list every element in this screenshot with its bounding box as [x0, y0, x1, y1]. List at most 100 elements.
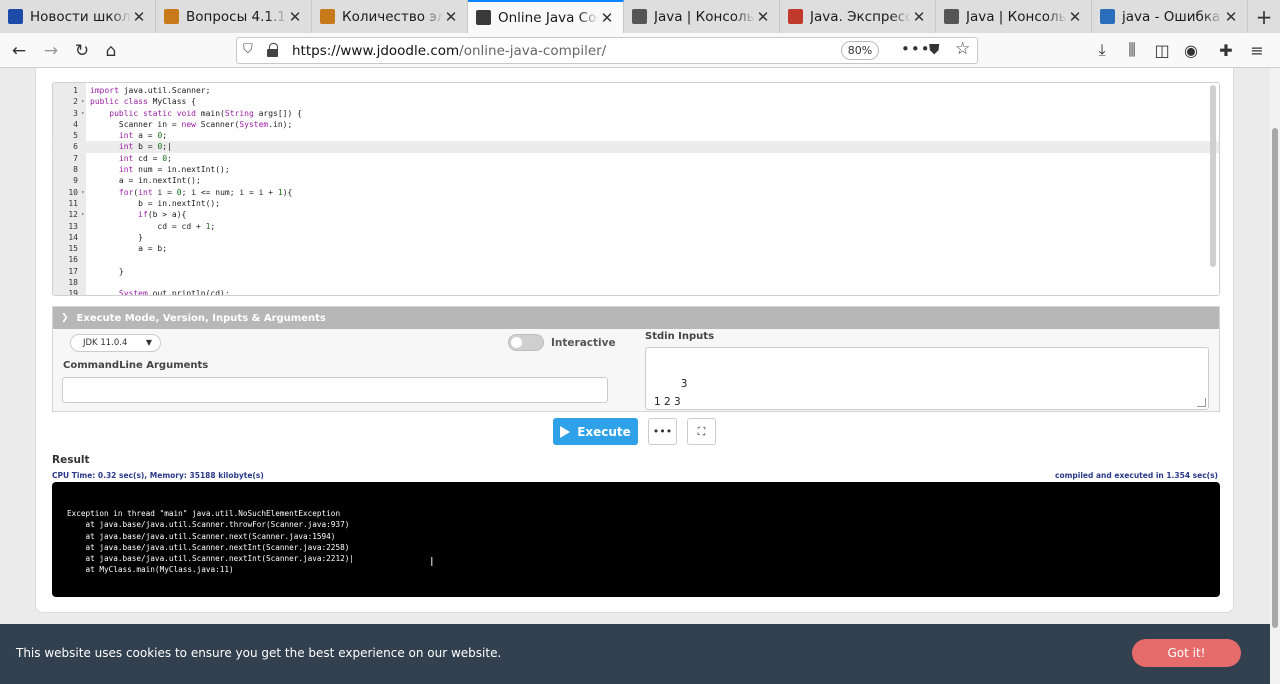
favicon-icon — [320, 9, 335, 24]
browser-tab[interactable]: Вопросы 4.1.1. ✕ — [156, 0, 312, 33]
pocket-icon[interactable]: ⛊ — [929, 42, 940, 58]
line-number: 6 — [73, 142, 78, 152]
code-line[interactable]: 12 ▾ if(b > a){ — [53, 209, 1219, 220]
close-icon[interactable]: ✕ — [131, 8, 147, 26]
cookie-accept-button[interactable]: Got it! — [1132, 639, 1241, 667]
code-line[interactable]: 17 } — [53, 266, 1219, 277]
close-icon[interactable]: ✕ — [443, 8, 459, 26]
code-line[interactable]: 16 — [53, 254, 1219, 265]
reload-icon: ↻ — [74, 41, 90, 61]
close-icon[interactable]: ✕ — [1067, 8, 1083, 26]
forward-button[interactable]: → — [38, 38, 64, 64]
extensions-icon[interactable]: ✚ — [1216, 40, 1236, 60]
browser-tab[interactable]: Количество эле ✕ — [312, 0, 468, 33]
reload-button[interactable]: ↻ — [69, 38, 95, 64]
browser-tab[interactable]: Новости школы ✕ — [0, 0, 156, 33]
downloads-icon[interactable]: ⤓ — [1092, 40, 1112, 60]
home-icon: ⌂ — [105, 41, 117, 61]
browser-tab[interactable]: Online Java Com ✕ — [468, 0, 624, 33]
browser-tab[interactable]: java - Ошибка ✕ — [1092, 0, 1248, 33]
code-text: int cd = 0; — [118, 153, 172, 163]
bookmark-star-icon[interactable]: ☆ — [955, 39, 970, 59]
page-actions-menu-icon[interactable]: ••• — [901, 40, 931, 58]
account-icon[interactable]: ◉ — [1181, 40, 1201, 60]
fold-marker-icon[interactable]: ▾ — [81, 209, 85, 220]
lock-icon[interactable] — [267, 43, 278, 57]
resize-handle-icon[interactable] — [1197, 398, 1206, 407]
more-options-button[interactable]: ••• — [648, 418, 677, 445]
favicon-icon — [788, 9, 803, 24]
play-icon — [560, 425, 571, 438]
code-line[interactable]: 6 int b = 0;| — [53, 141, 1219, 153]
code-line[interactable]: 11 b = in.nextInt(); — [53, 198, 1219, 209]
navigation-bar: ← → ↻ ⌂ ⛉ https://www.jdoodle.com/online… — [0, 33, 1280, 68]
line-number: 7 — [73, 153, 78, 163]
close-icon[interactable]: ✕ — [287, 8, 303, 26]
code-line[interactable]: 13 cd = cd + 1; — [53, 221, 1219, 232]
code-line[interactable]: 14 } — [53, 232, 1219, 243]
code-line[interactable]: 1 import java.util.Scanner; — [53, 85, 1219, 96]
browser-tab[interactable]: Java | Консольн ✕ — [936, 0, 1092, 33]
favicon-icon — [164, 9, 179, 24]
code-line[interactable]: 19 System.out.println(cd); — [53, 288, 1219, 295]
code-text: cd = cd + 1; — [90, 221, 216, 231]
execute-mode-header[interactable]: ❯ Execute Mode, Version, Inputs & Argume… — [53, 307, 1219, 329]
execute-button[interactable]: Execute — [553, 418, 638, 445]
code-line[interactable]: 3 ▾ public static void main(String args[]… — [53, 108, 1219, 119]
favicon-icon — [476, 10, 491, 25]
cmd-args-input[interactable] — [62, 377, 608, 403]
line-number: 17 — [68, 266, 78, 276]
chevron-down-icon: ❯ — [61, 313, 69, 323]
stdin-textarea[interactable]: 3 1 2 3 — [645, 347, 1209, 410]
url-text[interactable]: https://www.jdoodle.com/online-java-comp… — [292, 43, 606, 59]
stdin-value: 3 1 2 3 — [654, 378, 688, 408]
zoom-level-button[interactable]: 80% — [841, 41, 879, 60]
new-tab-button[interactable]: + — [1248, 0, 1280, 33]
hamburger-menu-icon[interactable]: ≡ — [1247, 40, 1267, 60]
code-text: } — [90, 266, 124, 276]
home-button[interactable]: ⌂ — [98, 38, 124, 64]
interactive-toggle[interactable] — [508, 334, 544, 351]
back-button[interactable]: ← — [6, 38, 32, 64]
browser-tab[interactable]: Java | Консольн ✕ — [624, 0, 780, 33]
line-number: 5 — [73, 131, 78, 141]
tracking-shield-icon[interactable]: ⛉ — [243, 42, 253, 57]
browser-tab[interactable]: Java. Экспресс- ✕ — [780, 0, 936, 33]
code-text: import java.util.Scanner; — [90, 86, 211, 95]
code-line[interactable]: 5 int a = 0; — [53, 130, 1219, 141]
library-icon[interactable]: ⫼ — [1122, 40, 1142, 60]
line-number: 15 — [68, 244, 78, 254]
fold-marker-icon[interactable]: ▾ — [81, 187, 85, 198]
code-line[interactable]: 15 a = b; — [53, 243, 1219, 254]
fold-marker-icon[interactable]: ▾ — [81, 108, 85, 119]
execute-mode-title: Execute Mode, Version, Inputs & Argument… — [76, 312, 326, 324]
output-line: at MyClass.main(MyClass.java:11) — [67, 565, 234, 575]
page-scrollbar-thumb[interactable] — [1272, 128, 1278, 628]
code-text: for(int i = 0; i <= num; i = i + 1){ — [118, 187, 293, 197]
fold-marker-icon[interactable]: ▾ — [81, 96, 85, 107]
code-line[interactable]: 18 — [53, 277, 1219, 288]
output-console[interactable]: Exception in thread "main" java.util.NoS… — [52, 482, 1220, 597]
close-icon[interactable]: ✕ — [1223, 8, 1239, 26]
tab-title: Java | Консольн — [966, 8, 1067, 25]
code-line[interactable]: 2 ▾ public class MyClass { — [53, 96, 1219, 107]
jdk-version-select[interactable]: JDK 11.0.4 ▼ — [70, 334, 161, 352]
code-line[interactable]: 10 ▾ for(int i = 0; i <= num; i = i + 1){ — [53, 187, 1219, 198]
compiler-card: 1 import java.util.Scanner; 2 ▾ public class… — [35, 68, 1234, 613]
close-icon[interactable]: ✕ — [911, 8, 927, 26]
editor-scrollbar[interactable] — [1210, 85, 1216, 267]
url-bar[interactable]: ⛉ https://www.jdoodle.com/online-java-co… — [236, 37, 978, 64]
sidebar-icon[interactable]: ◫ — [1152, 40, 1172, 60]
code-line[interactable]: 4 Scanner in = new Scanner(System.in); — [53, 119, 1219, 130]
fullscreen-button[interactable]: ⛶ — [687, 418, 716, 445]
code-editor[interactable]: 1 import java.util.Scanner; 2 ▾ public class… — [52, 82, 1220, 296]
close-icon[interactable]: ✕ — [599, 9, 615, 27]
tab-title: Java. Экспресс- — [810, 8, 911, 25]
code-line[interactable]: 7 int cd = 0; — [53, 153, 1219, 164]
line-number: 13 — [68, 221, 78, 231]
code-line[interactable]: 8 int num = in.nextInt(); — [53, 164, 1219, 175]
favicon-icon — [944, 9, 959, 24]
close-icon[interactable]: ✕ — [755, 8, 771, 26]
code-line[interactable]: 9 a = in.nextInt(); — [53, 175, 1219, 186]
page-scrollbar[interactable] — [1270, 68, 1280, 684]
